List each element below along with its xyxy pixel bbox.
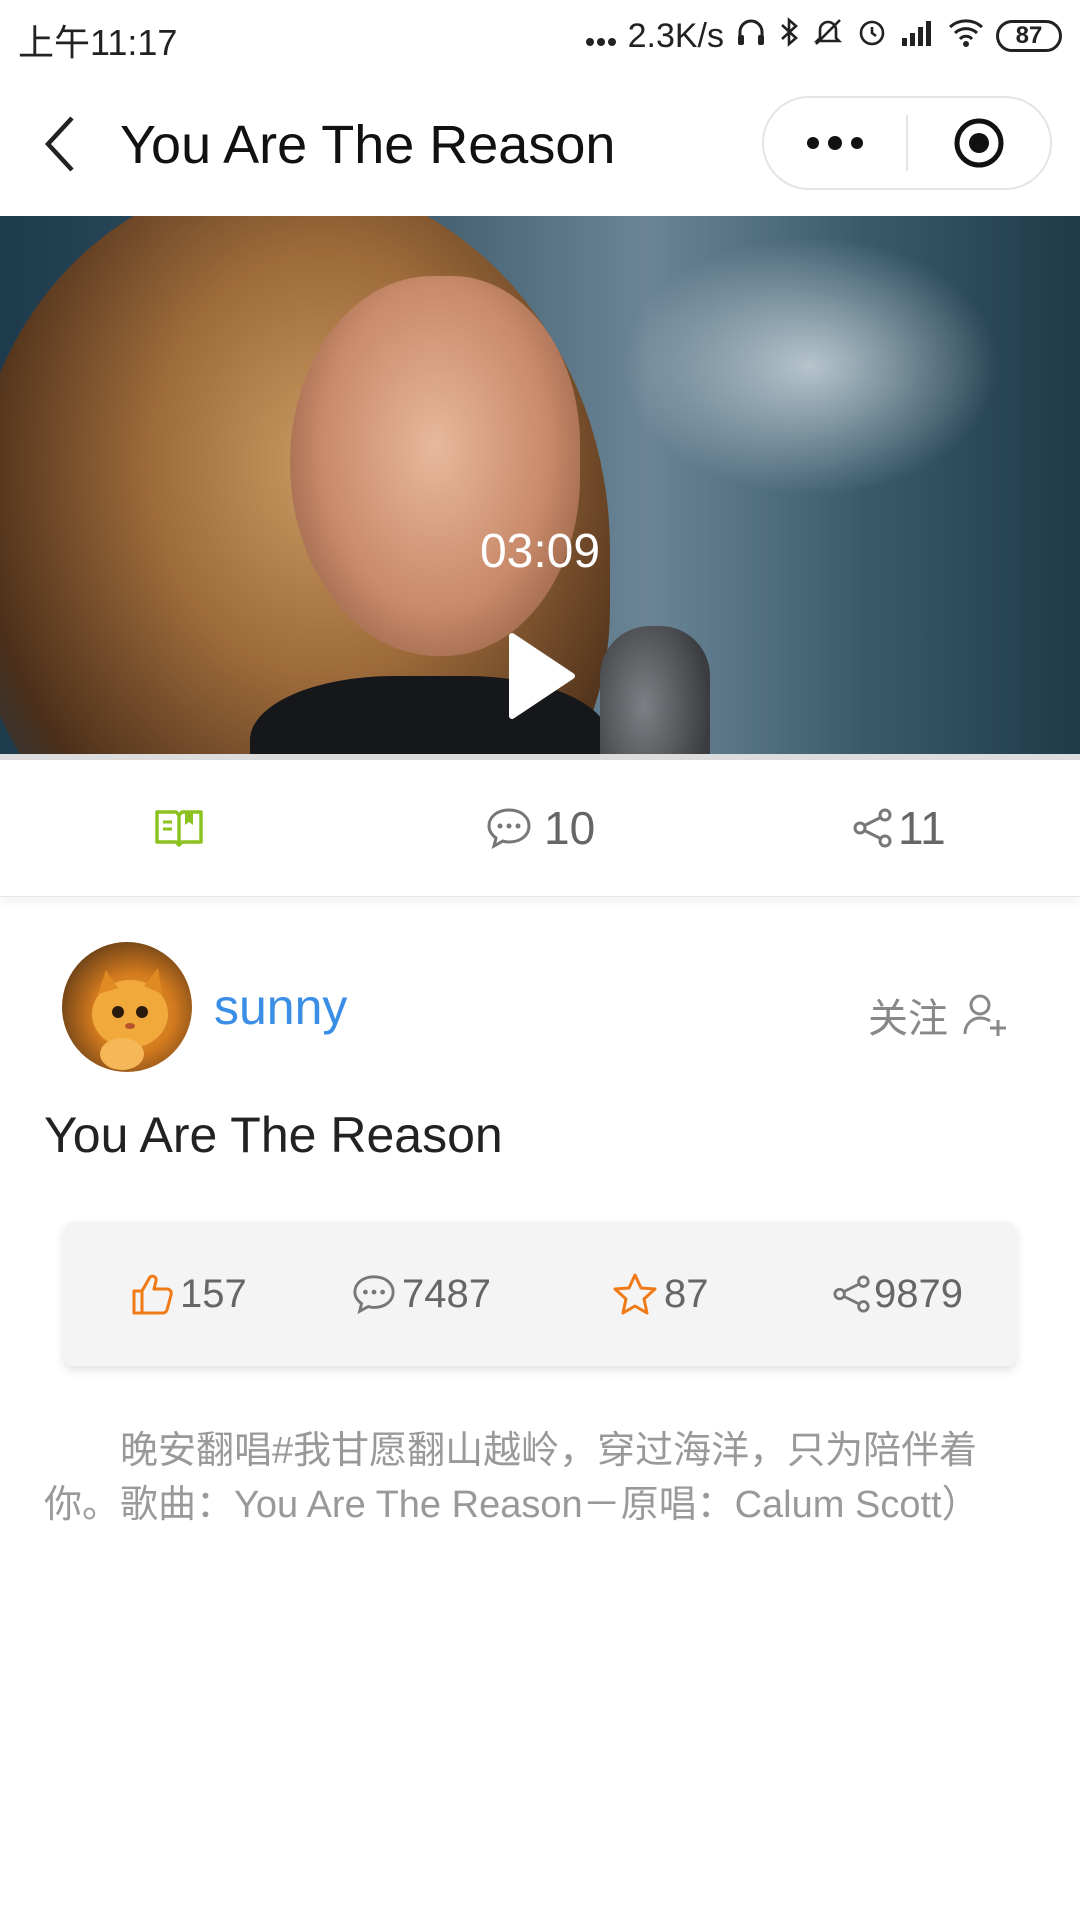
bluetooth-icon bbox=[778, 16, 800, 57]
more-button[interactable] bbox=[764, 98, 906, 188]
video-duration: 03:09 bbox=[479, 525, 601, 578]
author-name[interactable]: sunny bbox=[214, 978, 347, 1036]
share-action[interactable]: 11 bbox=[852, 760, 946, 896]
status-bar: 上午11:17 2.3K/s 87 bbox=[0, 0, 1080, 72]
cat-avatar-image bbox=[92, 968, 168, 1070]
stats-share-count: 9879 bbox=[874, 1271, 963, 1316]
more-dots-small-icon bbox=[585, 17, 616, 56]
follow-button[interactable]: 关注 bbox=[868, 986, 1008, 1044]
headphones-icon bbox=[736, 17, 766, 56]
play-icon[interactable] bbox=[506, 632, 576, 720]
video-background bbox=[620, 236, 1000, 496]
share-count: 11 bbox=[898, 802, 946, 854]
add-user-icon bbox=[963, 994, 1006, 1036]
favorite-count: 87 bbox=[664, 1271, 709, 1316]
stats-comment-button[interactable]: 7487 bbox=[352, 1222, 491, 1366]
status-time: 上午11:17 bbox=[18, 22, 178, 63]
hd-signal-icon bbox=[900, 16, 936, 57]
mute-icon bbox=[812, 16, 844, 57]
like-button[interactable]: 157 bbox=[130, 1222, 247, 1366]
comment-icon bbox=[353, 1275, 395, 1315]
post-description: 晚安翻唱#我甘愿翻山越岭，穿过海洋，只为陪伴着你。歌曲：You Are The … bbox=[44, 1430, 980, 1526]
nav-bar: You Are The Reason bbox=[0, 72, 1080, 217]
stats-comment-count: 7487 bbox=[402, 1271, 491, 1316]
comment-action[interactable]: 10 bbox=[486, 760, 595, 896]
video-player[interactable]: 03:09 bbox=[0, 216, 1080, 760]
video-microphone bbox=[600, 626, 710, 760]
comment-count: 10 bbox=[544, 802, 596, 854]
thumbs-up-icon bbox=[132, 1274, 173, 1315]
stats-share-button[interactable]: 9879 bbox=[832, 1222, 963, 1366]
status-icons: 2.3K/s 87 bbox=[585, 14, 1062, 58]
mini-program-capsule bbox=[762, 96, 1052, 190]
video-subject-face bbox=[290, 276, 580, 656]
wifi-icon bbox=[948, 17, 984, 56]
back-arrow-icon bbox=[44, 116, 74, 172]
close-mini-program-button[interactable] bbox=[908, 98, 1050, 188]
network-speed: 2.3K/s bbox=[627, 16, 724, 55]
post-title: You Are The Reason bbox=[44, 1107, 503, 1163]
alarm-icon bbox=[856, 16, 888, 57]
avatar[interactable] bbox=[62, 942, 192, 1072]
target-icon bbox=[954, 118, 1004, 168]
share-icon bbox=[833, 1275, 870, 1313]
share-icon bbox=[853, 808, 892, 848]
back-button[interactable] bbox=[30, 108, 90, 180]
more-dots-icon bbox=[807, 136, 863, 150]
read-button[interactable] bbox=[154, 760, 204, 896]
stats-card: 157 7487 87 9879 bbox=[64, 1222, 1016, 1366]
comment-icon bbox=[487, 808, 531, 849]
like-count: 157 bbox=[180, 1271, 247, 1316]
favorite-button[interactable]: 87 bbox=[612, 1222, 709, 1366]
battery-icon: 87 bbox=[996, 20, 1062, 52]
book-icon bbox=[155, 810, 203, 847]
follow-label: 关注 bbox=[868, 997, 948, 1041]
action-bar: 10 11 bbox=[0, 760, 1080, 897]
star-icon bbox=[613, 1273, 657, 1315]
page-title: You Are The Reason bbox=[120, 115, 616, 175]
